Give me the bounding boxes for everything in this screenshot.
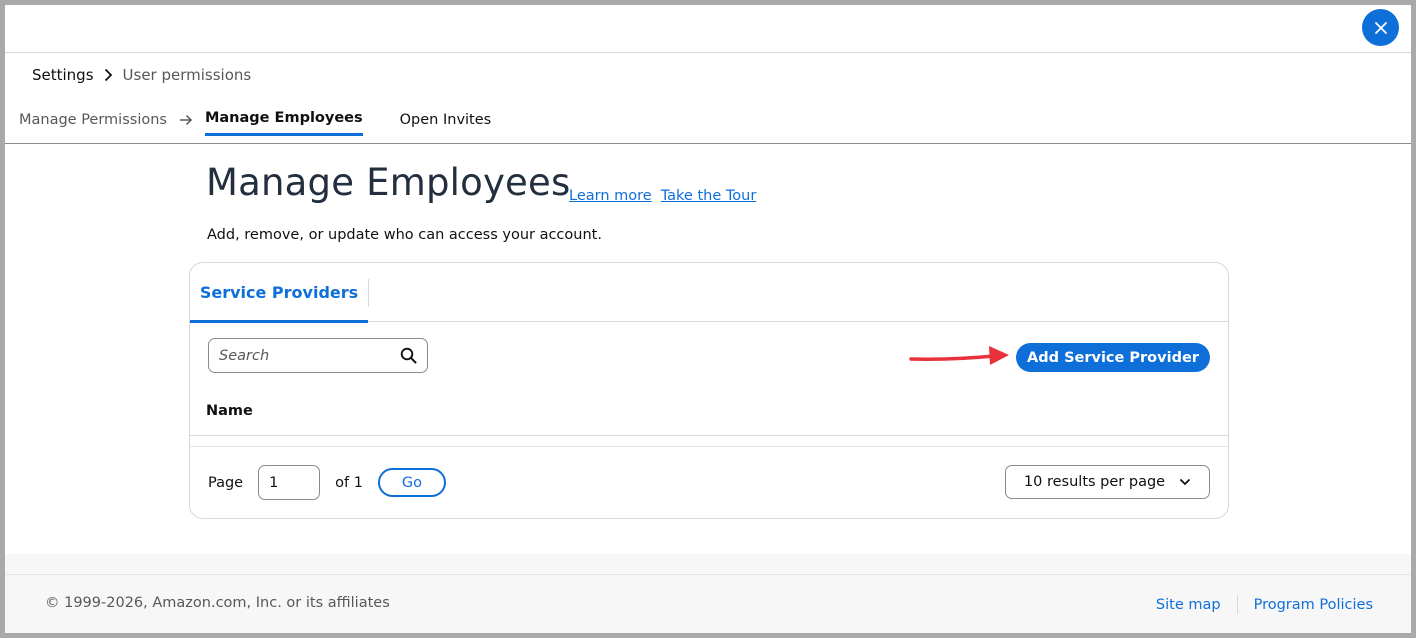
pagination: Page of 1 Go [208, 465, 446, 500]
page-subtitle: Add, remove, or update who can access yo… [207, 227, 602, 243]
table-divider [190, 435, 1228, 436]
close-button[interactable] [1362, 9, 1399, 46]
footer-gap [5, 554, 1411, 574]
chevron-right-icon [104, 68, 113, 82]
step-open-invites[interactable]: Open Invites [400, 112, 492, 128]
arrow-right-icon [179, 114, 193, 126]
footer: © 1999-2026, Amazon.com, Inc. or its aff… [5, 574, 1411, 633]
breadcrumb-current: User permissions [122, 66, 252, 84]
steps-divider [5, 143, 1411, 144]
page-label: Page [208, 474, 244, 491]
page-total-label: of 1 [335, 474, 363, 491]
step-manage-permissions[interactable]: Manage Permissions [19, 112, 167, 128]
footer-links: Site map Program Policies [1156, 595, 1373, 614]
copyright-text: © 1999-2026, Amazon.com, Inc. or its aff… [45, 595, 390, 611]
breadcrumb: Settings User permissions [32, 66, 251, 84]
title-links: Learn more Take the Tour [569, 188, 756, 204]
results-per-page-value: 10 results per page [1023, 474, 1166, 490]
page-title: Manage Employees [206, 161, 571, 204]
add-service-provider-button[interactable]: Add Service Provider [1016, 343, 1210, 372]
tab-service-providers[interactable]: Service Providers [190, 263, 368, 323]
results-per-page-select[interactable]: 10 results per page [1005, 465, 1210, 499]
app-frame: Settings User permissions Manage Permiss… [5, 5, 1411, 633]
site-map-link[interactable]: Site map [1156, 597, 1221, 613]
service-providers-card: Service Providers Add Service Provider N… [189, 262, 1229, 519]
step-manage-employees[interactable]: Manage Employees [204, 110, 363, 136]
annotation-arrow-icon [909, 346, 1009, 365]
top-bar [5, 5, 1411, 53]
page-number-input[interactable] [258, 465, 321, 500]
breadcrumb-settings[interactable]: Settings [32, 66, 94, 84]
chevron-down-icon [1179, 478, 1191, 486]
take-tour-link[interactable]: Take the Tour [661, 188, 757, 204]
tab-separator [368, 279, 369, 307]
tab-row: Service Providers [190, 263, 1228, 323]
search-icon[interactable] [400, 347, 417, 364]
search-input[interactable] [219, 347, 400, 364]
learn-more-link[interactable]: Learn more [569, 188, 652, 204]
footer-divider [1236, 595, 1238, 614]
table-divider-bottom [190, 446, 1228, 447]
close-icon [1374, 21, 1387, 34]
search-box [208, 338, 428, 373]
program-policies-link[interactable]: Program Policies [1254, 597, 1373, 613]
go-button[interactable]: Go [377, 468, 446, 497]
column-header-name[interactable]: Name [206, 403, 253, 419]
step-nav: Manage Permissions Manage Employees Open… [19, 110, 492, 136]
